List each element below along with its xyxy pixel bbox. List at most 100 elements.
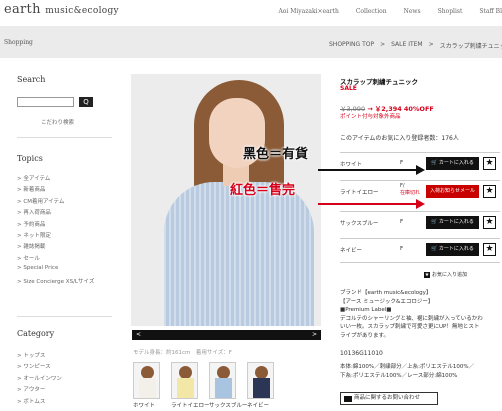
topic-link[interactable]: > 予約商品 [17, 220, 94, 231]
material-line: 下糸:ポリエステル100%／レース部分:綿100% [340, 372, 458, 379]
description-line: いい一枚。スカラップ刺繍で可愛さ更にUP！無地とスト [340, 324, 480, 330]
breadcrumb-shopping-top[interactable]: SHOPPING TOP [329, 41, 374, 50]
search-heading: Search [17, 75, 46, 84]
favorite-star-icon[interactable]: ★ [483, 216, 496, 229]
variant-color: ホワイト [340, 162, 363, 168]
annotation-arrow-red [318, 203, 418, 205]
cart-button-label: カートに入れる [438, 160, 474, 166]
topic-link[interactable]: > 再入荷商品 [17, 208, 94, 219]
topic-link[interactable]: > 新着商品 [17, 185, 94, 196]
breadcrumb-separator: > [428, 41, 434, 48]
product-description: ブランド【earth music&ecology】 【アース ミュージック&エコ… [340, 289, 500, 340]
annotation-arrow-black [318, 169, 418, 171]
category-bar: Shopping SHOPPING TOP > SALE ITEM > スカラッ… [0, 26, 502, 58]
add-favorite-link[interactable]: ★ お気に入り追加 [424, 271, 467, 278]
nav-aoi[interactable]: Aoi Miyazaki×earth [278, 8, 338, 15]
variant-size: F [400, 246, 404, 252]
thumbnail-white[interactable]: ホワイト [133, 362, 160, 409]
category-heading: Category [17, 329, 55, 338]
thumbnail-image [133, 362, 160, 399]
product-code: 10136G11010 [340, 350, 383, 357]
add-to-cart-button[interactable]: 🛒 カートに入れる [426, 216, 479, 229]
thumbnail-sax-blue[interactable]: サックスブルー [209, 362, 248, 409]
search-button[interactable]: Q [79, 97, 93, 107]
favorite-star-icon[interactable]: ★ [483, 157, 496, 170]
topic-link[interactable]: > CM着用アイテム [17, 197, 94, 208]
add-favorite-label: お気に入り追加 [432, 272, 468, 278]
thumbnail-image [247, 362, 274, 399]
annotation-sold-out: 紅色＝售完 [230, 183, 296, 198]
thumbnail-caption: ネイビー [247, 403, 270, 409]
description-line: ■Premium Label■ [340, 307, 392, 313]
category-link[interactable]: > アウター [17, 385, 62, 396]
material-line: 本体:綿100%／刺繍部分／上糸:ポリエステル100%／ [340, 364, 475, 370]
variant-row-sax-blue: サックスブルー F 🛒 カートに入れる ★ [340, 211, 500, 233]
model-blouse [164, 182, 314, 326]
thumbnail-caption: ホワイト [133, 403, 156, 409]
topic-link[interactable]: > Size Concierge XS/Lサイズ [17, 277, 94, 288]
thumbnail-light-yellow[interactable]: ライトイエロー [171, 362, 210, 409]
site-logo[interactable]: earth music&ecology [4, 2, 119, 17]
thumbnail-image [171, 362, 198, 399]
variant-size: F [400, 219, 404, 225]
cart-button-label: カートに入れる [438, 246, 474, 252]
favorite-star-icon[interactable]: ★ [483, 185, 496, 198]
cart-button-label: カートに入れる [438, 219, 474, 225]
topics-heading: Topics [17, 154, 43, 163]
thumbnail-strip: ホワイト ライトイエロー サックスブルー ネイビー [133, 362, 285, 409]
breadcrumb-sale-item[interactable]: SALE ITEM [391, 41, 422, 50]
category-link[interactable]: > ワンピース [17, 362, 62, 373]
thumbnail-navy[interactable]: ネイビー [247, 362, 274, 409]
nav-news[interactable]: News [404, 8, 421, 15]
variant-color: ライトイエロー [340, 190, 379, 196]
breadcrumb: SHOPPING TOP > SALE ITEM > スカラップ刺繍チュニック [329, 41, 502, 50]
top-nav: Aoi Miyazaki×earth Collection News Shopl… [261, 8, 502, 15]
divider [17, 137, 112, 138]
description-line: デコルテのシャーリングと袖、裾に刺繍が入っているかわ [340, 315, 483, 322]
annotation-arrowhead-red [416, 199, 425, 209]
logo-main: earth [4, 2, 41, 17]
variant-color: サックスブルー [340, 221, 379, 227]
favorite-star-icon[interactable]: ★ [483, 243, 496, 256]
search-input[interactable] [17, 97, 74, 107]
description-line: 【アース ミュージック&エコロジー】 [340, 298, 434, 305]
topic-link[interactable]: > セール [17, 254, 94, 265]
next-image-button[interactable]: > [312, 331, 317, 338]
product-photo[interactable] [131, 74, 321, 326]
material-info: 本体:綿100%／刺繍部分／上糸:ポリエステル100%／ 下糸:ポリエステル10… [340, 363, 502, 380]
advanced-search-link[interactable]: こだわり検索 [41, 118, 74, 126]
star-icon: ★ [424, 272, 430, 278]
nav-staff-blog[interactable]: Staff Bl [479, 8, 502, 15]
breadcrumb-separator: > [380, 41, 386, 48]
category-link[interactable]: > オールインワン [17, 374, 62, 385]
out-of-stock-label: 在庫切れ [400, 190, 421, 196]
topic-link[interactable]: > ネット限定 [17, 231, 94, 242]
topic-link[interactable]: > 雑誌掲載 [17, 242, 94, 253]
divider [17, 316, 112, 317]
points-note: ポイント付与対象外商品 [340, 114, 401, 120]
model-info: モデル身長：約161cm 着用サイズ：F [133, 350, 232, 356]
restock-notify-button[interactable]: 入荷お知らせメール [426, 185, 479, 198]
prev-image-button[interactable]: < [136, 331, 141, 338]
nav-shoplist[interactable]: Shoplist [438, 8, 463, 15]
mail-icon [344, 396, 352, 402]
topic-link[interactable]: > Special Price [17, 265, 94, 276]
variant-color: ネイビー [340, 248, 363, 254]
thumbnail-caption: ライトイエロー [171, 403, 210, 409]
description-line: ブランド【earth music&ecology】 [340, 290, 432, 296]
add-to-cart-button[interactable]: 🛒 カートに入れる [426, 243, 479, 256]
topic-link[interactable]: > 全アイテム [17, 174, 94, 185]
divider [340, 262, 500, 263]
category-link[interactable]: > ボトムス [17, 397, 62, 408]
breadcrumb-current: スカラップ刺繍チュニック [439, 43, 502, 50]
product-inquiry-button[interactable]: 商品に関するお問い合わせ [340, 392, 438, 405]
category-link[interactable]: > トップス [17, 351, 62, 362]
sale-label: SALE [340, 85, 357, 92]
topics-list: > 全アイテム > 新着商品 > CM着用アイテム > 再入荷商品 > 予約商品… [17, 174, 94, 288]
add-to-cart-button[interactable]: 🛒 カートに入れる [426, 157, 479, 170]
discount-badge: 40%OFF [403, 105, 434, 113]
thumbnail-caption: サックスブルー [209, 403, 248, 409]
annotation-in-stock: 黑色＝有貨 [243, 147, 309, 162]
category-list: > トップス > ワンピース > オールインワン > アウター > ボトムス [17, 351, 62, 408]
nav-collection[interactable]: Collection [356, 8, 387, 15]
